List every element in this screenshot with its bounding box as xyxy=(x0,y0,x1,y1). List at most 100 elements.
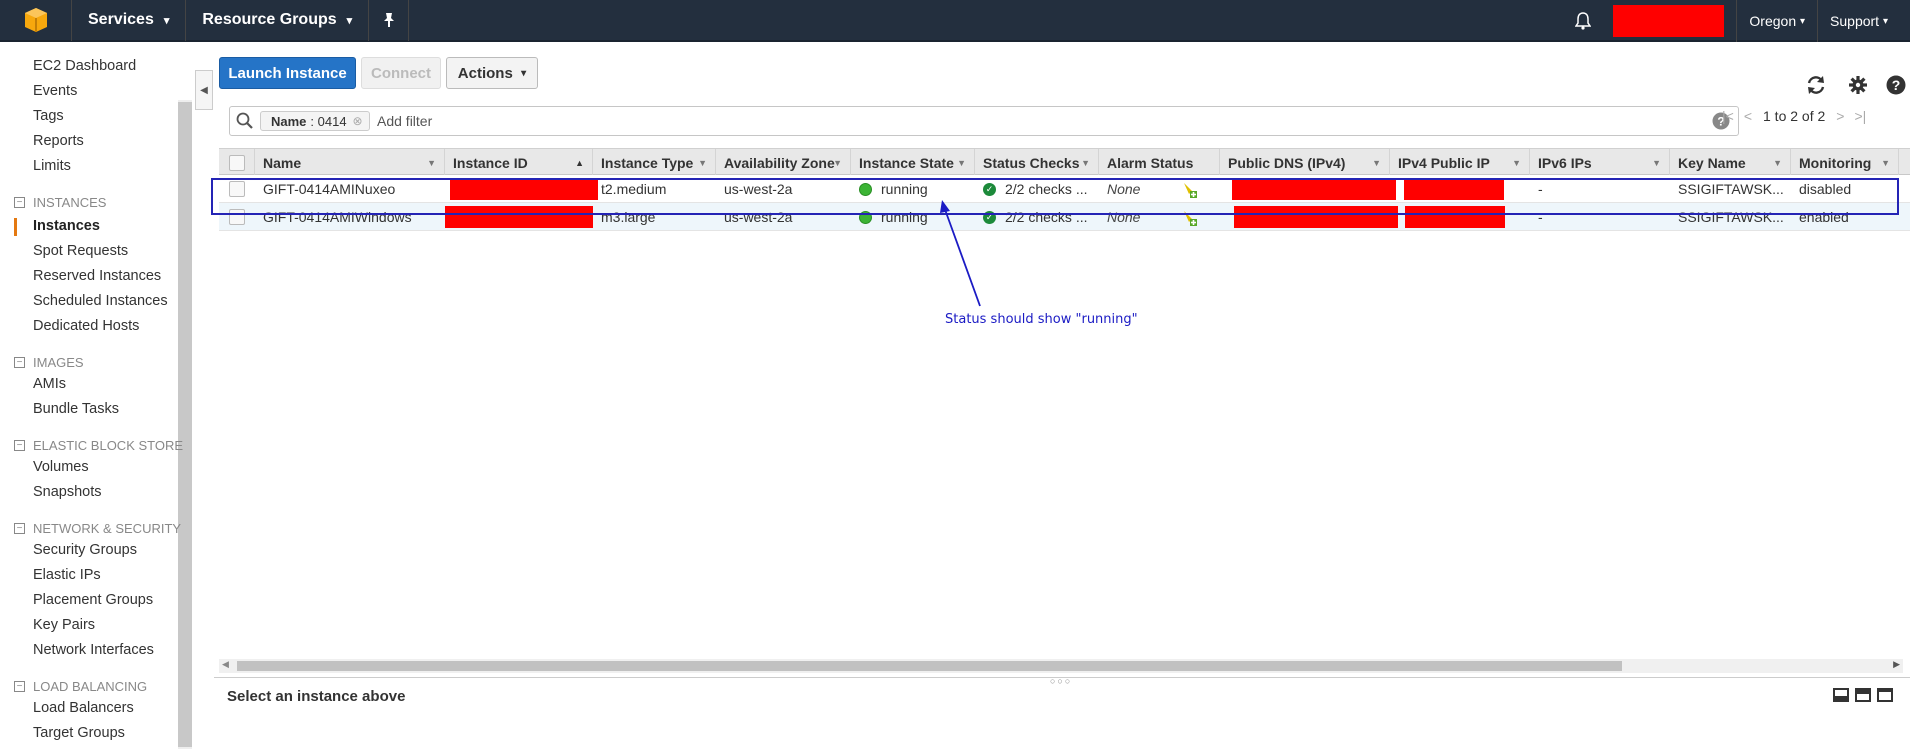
sidebar-item-reserved-instances[interactable]: Reserved Instances xyxy=(33,268,161,284)
aws-logo-icon[interactable] xyxy=(0,0,72,41)
actions-button[interactable]: Actions ▾ xyxy=(446,57,538,89)
sidebar-item-target-groups[interactable]: Target Groups xyxy=(33,725,125,741)
panel-layout-split-icon[interactable] xyxy=(1855,688,1871,702)
sidebar-scrollbar[interactable] xyxy=(178,102,192,747)
panel-layout-bottom-icon[interactable] xyxy=(1833,688,1849,702)
sort-icon: ▼ xyxy=(1372,157,1381,168)
filter-token-key: Name xyxy=(271,113,307,129)
search-icon xyxy=(236,112,254,134)
sidebar-item-security-groups[interactable]: Security Groups xyxy=(33,542,137,558)
sidebar-item-amis[interactable]: AMIs xyxy=(33,376,66,392)
sidebar-item-limits[interactable]: Limits xyxy=(33,158,71,174)
sidebar-item-instances[interactable]: Instances xyxy=(33,218,100,234)
remove-token-icon[interactable]: ⊗ xyxy=(353,114,363,128)
prev-page-icon[interactable]: < xyxy=(1744,108,1752,124)
header-label: Alarm Status xyxy=(1107,154,1194,171)
first-page-icon[interactable]: |< xyxy=(1722,108,1734,124)
sidebar-section-load-balancing[interactable]: − LOAD BALANCING xyxy=(14,679,147,694)
chevron-down-icon: ▾ xyxy=(1882,15,1888,27)
column-header-instance-state[interactable]: Instance State ▼ xyxy=(851,149,975,176)
next-page-icon[interactable]: > xyxy=(1836,108,1844,124)
sidebar-item-network-interfaces[interactable]: Network Interfaces xyxy=(33,642,154,658)
sidebar-item-elastic-ips[interactable]: Elastic IPs xyxy=(33,567,101,583)
sidebar-item-volumes[interactable]: Volumes xyxy=(33,459,89,475)
region-label: Oregon xyxy=(1749,13,1797,29)
panel-layout-full-icon[interactable] xyxy=(1877,688,1893,702)
notification-bell-icon[interactable] xyxy=(1553,12,1613,30)
sidebar-item-tags[interactable]: Tags xyxy=(33,108,64,124)
scroll-left-icon[interactable]: ◀ xyxy=(222,659,229,670)
sort-icon: ▼ xyxy=(1773,157,1782,168)
actions-label: Actions xyxy=(457,64,513,82)
column-header-ipv4-public-ip[interactable]: IPv4 Public IP ▼ xyxy=(1390,149,1530,176)
refresh-icon[interactable] xyxy=(1805,74,1827,96)
scroll-right-icon[interactable]: ▶ xyxy=(1893,659,1900,670)
sort-icon: ▼ xyxy=(1881,157,1890,168)
column-header-name[interactable]: Name ▼ xyxy=(255,149,445,176)
sidebar-section-network-security[interactable]: − NETWORK & SECURITY xyxy=(14,521,181,536)
chevron-down-icon: ▾ xyxy=(521,67,527,79)
column-header-alarm-status[interactable]: Alarm Status xyxy=(1099,149,1220,176)
resize-grip-icon[interactable]: ○○○ xyxy=(1050,676,1072,686)
connect-button[interactable]: Connect xyxy=(361,57,441,89)
region-menu[interactable]: Oregon ▾ xyxy=(1736,0,1817,42)
section-title: ELASTIC BLOCK STORE xyxy=(33,438,184,453)
scrollbar-thumb[interactable] xyxy=(237,661,1622,671)
column-header-status-checks[interactable]: Status Checks ▼ xyxy=(975,149,1099,176)
launch-instance-button[interactable]: Launch Instance xyxy=(219,57,356,89)
sort-icon: ▼ xyxy=(833,157,842,168)
filter-bar[interactable]: Name : 0414 ⊗ Add filter ? xyxy=(229,106,1739,136)
header-label: IPv6 IPs xyxy=(1538,154,1592,171)
sidebar-item-spot-requests[interactable]: Spot Requests xyxy=(33,243,128,259)
sidebar-item-key-pairs[interactable]: Key Pairs xyxy=(33,617,95,633)
sidebar-item-scheduled-instances[interactable]: Scheduled Instances xyxy=(33,293,168,309)
horizontal-scrollbar[interactable]: ◀ ▶ xyxy=(219,659,1903,673)
sidebar-item-events[interactable]: Events xyxy=(33,83,77,99)
pin-icon[interactable] xyxy=(369,0,410,41)
sidebar-item-snapshots[interactable]: Snapshots xyxy=(33,484,102,500)
sidebar-item-ec2-dashboard[interactable]: EC2 Dashboard xyxy=(33,58,136,74)
help-icon[interactable]: ? xyxy=(1885,74,1907,96)
sidebar-item-reports[interactable]: Reports xyxy=(33,133,84,149)
resource-groups-label: Resource Groups xyxy=(202,11,337,28)
select-all-checkbox[interactable] xyxy=(228,154,245,171)
settings-gear-icon[interactable] xyxy=(1847,74,1869,96)
collapse-sidebar-arrow-icon[interactable]: ◀ xyxy=(195,70,213,110)
services-menu[interactable]: Services ▾ xyxy=(72,0,187,41)
section-title: NETWORK & SECURITY xyxy=(33,521,182,536)
sidebar-item-load-balancers[interactable]: Load Balancers xyxy=(33,700,134,716)
sort-icon: ▼ xyxy=(698,157,707,168)
header-label: IPv4 Public IP xyxy=(1398,154,1490,171)
chevron-down-icon: ▾ xyxy=(346,14,353,27)
column-header-instance-type[interactable]: Instance Type ▼ xyxy=(593,149,716,176)
header-label: Instance Type xyxy=(601,154,694,171)
sidebar-section-images[interactable]: − IMAGES xyxy=(14,355,84,370)
sort-icon: ▼ xyxy=(1512,157,1521,168)
account-name-redacted[interactable] xyxy=(1613,5,1725,37)
add-filter-input[interactable]: Add filter xyxy=(377,113,432,129)
collapse-icon: − xyxy=(14,681,25,692)
header-label: Status Checks xyxy=(983,154,1080,171)
filter-token-value: : 0414 xyxy=(310,113,347,129)
column-header-public-dns[interactable]: Public DNS (IPv4) ▼ xyxy=(1220,149,1390,176)
pagination: |< < 1 to 2 of 2 > >| xyxy=(1717,108,1871,124)
column-header-key-name[interactable]: Key Name ▼ xyxy=(1670,149,1791,176)
details-panel xyxy=(214,677,1910,749)
support-menu[interactable]: Support ▾ xyxy=(1817,0,1910,42)
sidebar-section-instances[interactable]: − INSTANCES xyxy=(14,195,106,210)
select-instance-message: Select an instance above xyxy=(227,688,406,705)
sidebar-item-bundle-tasks[interactable]: Bundle Tasks xyxy=(33,401,119,417)
column-header-instance-id[interactable]: Instance ID ▲ xyxy=(445,149,593,176)
column-header-ipv6-ips[interactable]: IPv6 IPs ▼ xyxy=(1530,149,1670,176)
sidebar-item-dedicated-hosts[interactable]: Dedicated Hosts xyxy=(33,318,139,334)
resource-groups-menu[interactable]: Resource Groups ▾ xyxy=(186,0,370,41)
sidebar-item-placement-groups[interactable]: Placement Groups xyxy=(33,592,153,608)
column-header-availability-zone[interactable]: Availability Zone ▼ xyxy=(716,149,851,176)
table-header: Name ▼ Instance ID ▲ Instance Type ▼ Availa… xyxy=(219,148,1910,176)
sidebar-section-ebs[interactable]: − ELASTIC BLOCK STORE xyxy=(14,438,183,453)
svg-text:?: ? xyxy=(1892,77,1901,93)
chevron-down-icon: ▾ xyxy=(163,14,170,27)
column-header-monitoring[interactable]: Monitoring ▼ xyxy=(1791,149,1899,176)
last-page-icon[interactable]: >| xyxy=(1854,108,1866,124)
filter-token[interactable]: Name : 0414 ⊗ xyxy=(260,111,370,131)
